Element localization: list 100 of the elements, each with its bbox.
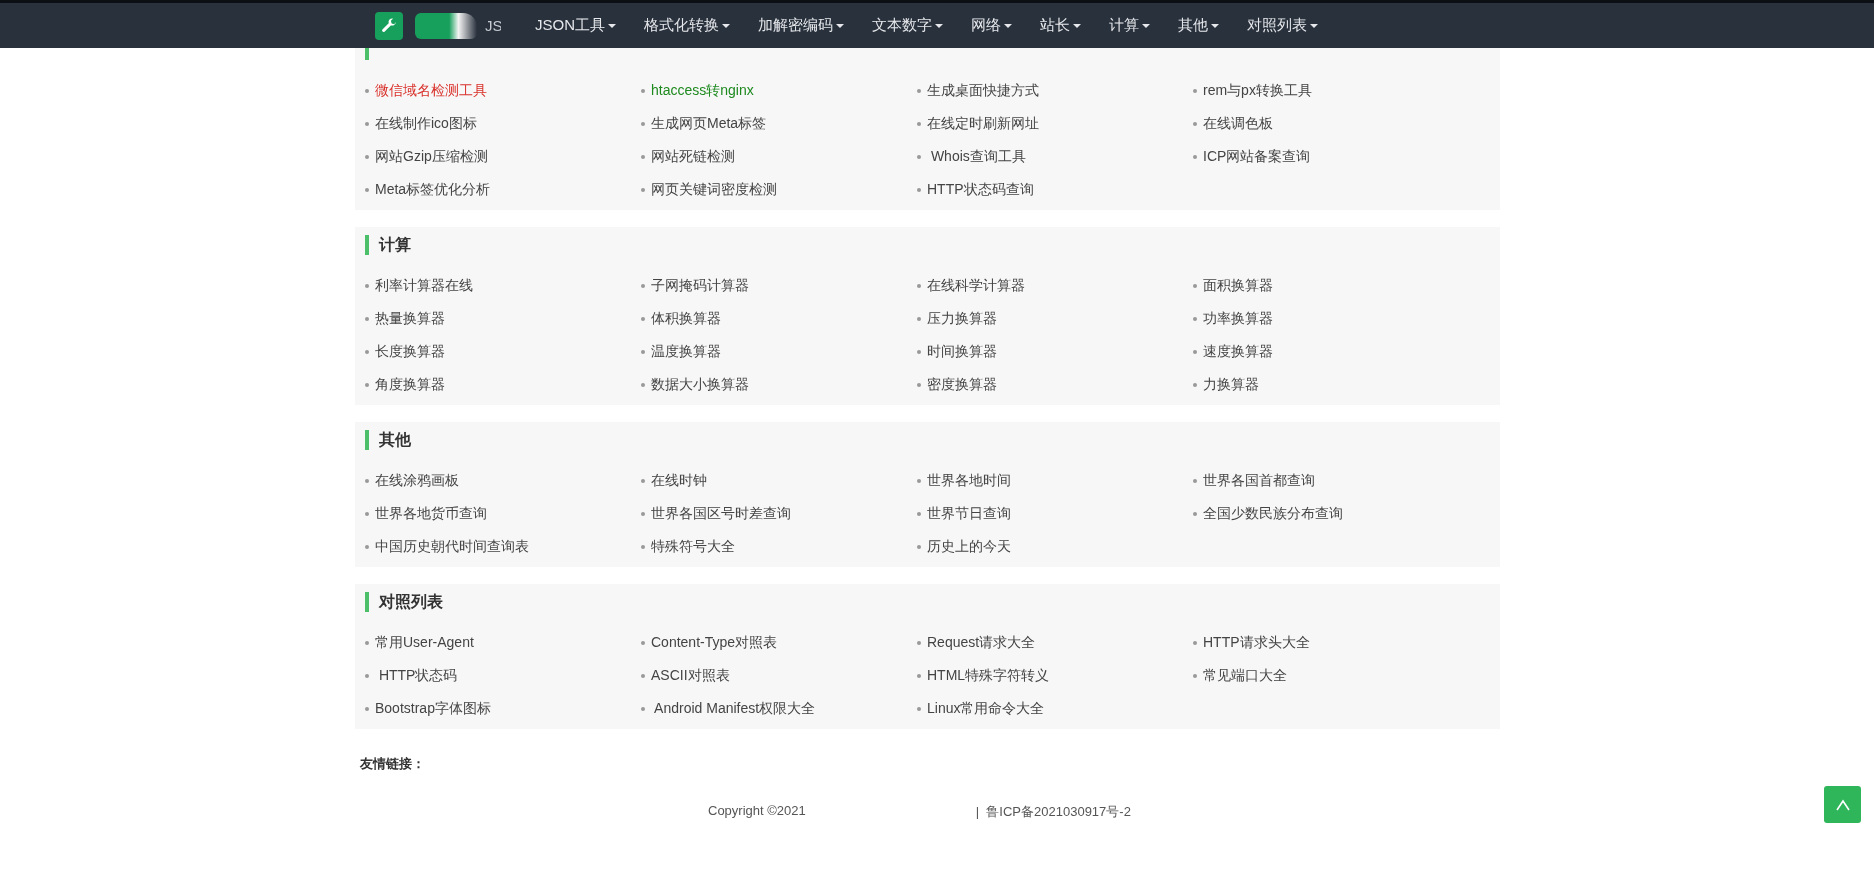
category-heading: 计算 [365,235,411,255]
tool-link[interactable]: 常见端口大全 [1203,666,1287,685]
tool-link[interactable]: Bootstrap字体图标 [375,699,491,718]
tool-link[interactable]: 在线时钟 [651,471,707,490]
tool-link[interactable]: 在线调色板 [1203,114,1273,133]
tool-link[interactable]: Request请求大全 [927,633,1036,652]
tool-link[interactable]: 网站Gzip压缩检测 [375,147,488,166]
tool-link[interactable]: 在线涂鸦画板 [375,471,459,490]
bullet-icon [641,673,645,678]
tool-link[interactable]: 特殊符号大全 [651,537,735,556]
tool-link[interactable]: 中国历史朝代时间查询表 [375,537,529,556]
tool-link[interactable]: 在线制作ico图标 [375,114,477,133]
bullet-icon [365,316,369,321]
tool-link[interactable]: 在线定时刷新网址 [927,114,1039,133]
tool-link[interactable]: 压力换算器 [927,309,997,328]
bullet-icon [365,154,369,159]
bullet-icon [365,283,369,288]
tool-link[interactable]: 功率换算器 [1203,309,1273,328]
tool-link[interactable]: 速度换算器 [1203,342,1273,361]
tool-link[interactable]: 世界节日查询 [927,504,1011,523]
wrench-icon [380,16,398,35]
nav-menu-item[interactable]: 站长 [1026,16,1095,35]
nav-menu-item[interactable]: 文本数字 [858,16,957,35]
caret-icon [935,23,943,28]
tool-link[interactable]: HTTP状态码 [375,666,458,685]
caret-icon [608,23,616,28]
brand-text[interactable]: JS [485,17,501,34]
bullet-icon [917,187,921,192]
tool-link[interactable]: 长度换算器 [375,342,445,361]
bullet-icon [365,382,369,387]
tool-link[interactable]: htaccess转nginx [651,81,754,100]
bullet-icon [1193,121,1197,126]
bullet-icon [365,478,369,483]
tool-link[interactable]: 生成网页Meta标签 [651,114,767,133]
nav-menu-item[interactable]: 计算 [1095,16,1164,35]
tool-link[interactable]: 世界各国首都查询 [1203,471,1315,490]
logo-drawing[interactable] [415,12,477,39]
caret-icon [1073,23,1081,28]
tool-link[interactable]: Android Manifest权限大全 [651,699,816,718]
tool-link[interactable]: 生成桌面快捷方式 [927,81,1039,100]
bullet-icon [917,316,921,321]
bullet-icon [641,544,645,549]
tool-link[interactable]: Meta标签优化分析 [375,180,491,199]
tool-link[interactable]: Whois查询工具 [927,147,1026,166]
tool-link[interactable]: Content-Type对照表 [651,633,778,652]
tool-link[interactable]: 数据大小换算器 [651,375,749,394]
bullet-icon [365,544,369,549]
tool-link[interactable]: 在线科学计算器 [927,276,1025,295]
tool-link[interactable]: 全国少数民族分布查询 [1203,504,1343,523]
nav-menu-item[interactable]: JSON工具 [521,16,630,35]
nav-menu-item[interactable]: 对照列表 [1233,16,1332,35]
bullet-icon [917,478,921,483]
tool-link[interactable]: 世界各地时间 [927,471,1011,490]
tool-link[interactable]: 面积换算器 [1203,276,1273,295]
tool-link[interactable]: 世界各地货币查询 [375,504,487,523]
bullet-icon [917,673,921,678]
caret-icon [836,23,844,28]
bullet-icon [917,544,921,549]
bullet-icon [365,187,369,192]
nav-menu-item[interactable]: 格式化转换 [630,16,744,35]
nav-menu-item[interactable]: 网络 [957,16,1026,35]
bullet-icon [1193,316,1197,321]
icp-link[interactable]: | 鲁ICP备2021030917号-2 [975,803,1131,821]
bullet-icon [641,706,645,711]
bullet-icon [917,382,921,387]
bullet-icon [365,706,369,711]
tool-link[interactable]: HTML特殊字符转义 [927,666,1050,685]
tool-link[interactable]: 世界各国区号时差查询 [651,504,791,523]
tool-link[interactable]: 利率计算器在线 [375,276,473,295]
nav-menu-item[interactable]: 加解密编码 [744,16,858,35]
bullet-icon [1193,478,1197,483]
tool-link[interactable]: 角度换算器 [375,375,445,394]
bullet-icon [917,154,921,159]
tool-link[interactable]: HTTP状态码查询 [927,180,1034,199]
tool-link[interactable]: 网页关键词密度检测 [651,180,777,199]
tool-link[interactable]: 热量换算器 [375,309,445,328]
logo-icon[interactable] [375,11,403,40]
tool-link[interactable]: 力换算器 [1203,375,1259,394]
tool-link[interactable]: ASCII对照表 [651,666,730,685]
tool-link[interactable]: 密度换算器 [927,375,997,394]
tool-link[interactable]: ICP网站备案查询 [1203,147,1311,166]
tool-link[interactable]: 常用User-Agent [375,633,474,652]
nav-menu-item[interactable]: 其他 [1164,16,1233,35]
tool-link[interactable]: 温度换算器 [651,342,721,361]
tool-link[interactable]: 微信域名检测工具 [375,81,487,100]
bullet-icon [641,88,645,93]
tool-link[interactable]: 时间换算器 [927,342,997,361]
tool-link[interactable]: 体积换算器 [651,309,721,328]
tool-link[interactable]: HTTP请求头大全 [1203,633,1310,652]
bullet-icon [365,673,369,678]
bullet-icon [365,640,369,645]
bullet-icon [1193,349,1197,354]
bullet-icon [1193,88,1197,93]
tool-link[interactable]: 网站死链检测 [651,147,735,166]
copyright-text: Copyright ©2021 [708,803,806,820]
chevron-up-icon [1834,798,1851,811]
tool-link[interactable]: 子网掩码计算器 [651,276,749,295]
tool-link[interactable]: Linux常用命令大全 [927,699,1045,718]
tool-link[interactable]: rem与px转换工具 [1203,81,1312,100]
tool-link[interactable]: 历史上的今天 [927,537,1011,556]
